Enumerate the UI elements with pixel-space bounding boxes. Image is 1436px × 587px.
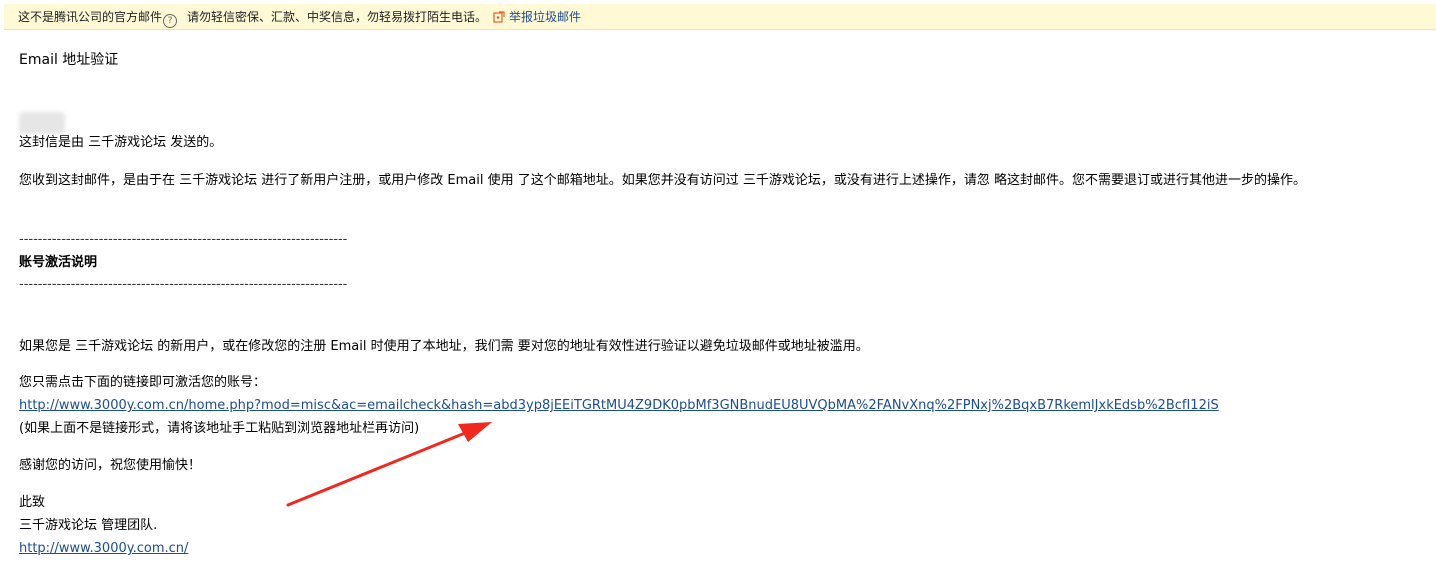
email-heading: Email 地址验证 bbox=[19, 52, 119, 68]
notice-text-group: 这不是腾讯公司的官方邮件? 请勿轻信密保、汇款、中奖信息，勿轻易拨打陌生电话。 举… bbox=[18, 4, 581, 30]
blurred-recipient-name bbox=[19, 112, 65, 134]
section-title: 账号激活说明 bbox=[19, 255, 98, 270]
thanks-line: 感谢您的访问，祝您使用愉快！ bbox=[19, 458, 202, 473]
reason-paragraph: 您收到这封邮件，是由于在 三千游戏论坛 进行了新用户注册，或用户修改 Email… bbox=[19, 173, 1306, 188]
report-flag-icon[interactable] bbox=[493, 11, 505, 23]
warning-text: 请勿轻信密保、汇款、中奖信息，勿轻易拨打陌生电话。 bbox=[187, 10, 488, 24]
sender-line: 这封信是由 三千游戏论坛 发送的。 bbox=[19, 135, 223, 150]
report-spam-link[interactable]: 举报垃圾邮件 bbox=[509, 10, 581, 24]
site-link[interactable]: http://www.3000y.com.cn/ bbox=[19, 541, 188, 556]
divider-top: ----------------------------------------… bbox=[19, 232, 348, 247]
closing-line: 此致 bbox=[19, 495, 46, 510]
not-official-text: 这不是腾讯公司的官方邮件 bbox=[18, 10, 163, 24]
signature-line: 三千游戏论坛 管理团队. bbox=[19, 518, 158, 533]
explain-paragraph: 如果您是 三千游戏论坛 的新用户，或在修改您的注册 Email 时使用了本地址，… bbox=[19, 339, 869, 354]
question-circle-icon[interactable]: ? bbox=[163, 14, 178, 28]
divider-bottom: ----------------------------------------… bbox=[19, 277, 348, 292]
paste-hint: (如果上面不是链接形式，请将该地址手工粘贴到浏览器地址栏再访问) bbox=[19, 421, 420, 436]
click-instruction: 您只需点击下面的链接即可激活您的账号： bbox=[19, 375, 267, 390]
security-notice-bar: 这不是腾讯公司的官方邮件? 请勿轻信密保、汇款、中奖信息，勿轻易拨打陌生电话。 举… bbox=[4, 4, 1436, 30]
activation-link[interactable]: http://www.3000y.com.cn/home.php?mod=mis… bbox=[19, 398, 1219, 413]
